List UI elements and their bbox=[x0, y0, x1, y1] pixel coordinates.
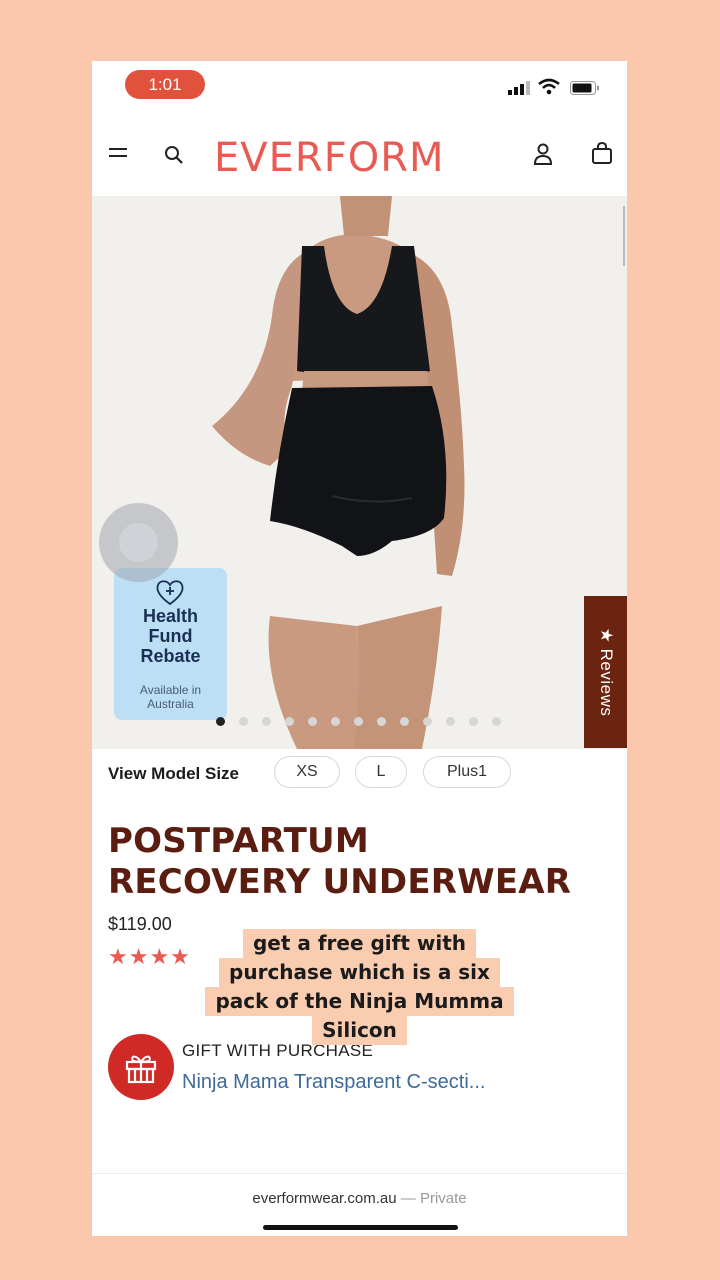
private-mode-label: Private bbox=[419, 1190, 467, 1207]
reviews-tab[interactable]: ★ Reviews bbox=[584, 596, 627, 748]
badge-title: Health Fund Rebate bbox=[114, 606, 227, 666]
health-fund-rebate-badge: Health Fund Rebate Available in Australi… bbox=[114, 568, 227, 720]
carousel-dot[interactable] bbox=[216, 717, 225, 726]
carousel-dot[interactable] bbox=[377, 717, 386, 726]
caption-line: pack of the Ninja Mumma bbox=[92, 987, 627, 1016]
url-text: everformwear.com.au — Private bbox=[92, 1190, 627, 1207]
badge-title-line: Health bbox=[142, 606, 198, 626]
badge-title-line: Fund bbox=[148, 626, 193, 646]
carousel-dot[interactable] bbox=[331, 717, 340, 726]
account-icon[interactable] bbox=[533, 143, 553, 165]
badge-title-line: Rebate bbox=[140, 646, 201, 666]
gift-product-link[interactable]: Ninja Mama Transparent C-secti... bbox=[182, 1071, 485, 1094]
status-bar: 1:01 bbox=[92, 61, 627, 111]
carousel-dot[interactable] bbox=[423, 717, 432, 726]
carousel-dot[interactable] bbox=[446, 717, 455, 726]
search-icon[interactable] bbox=[164, 145, 184, 165]
product-title-line: POSTPARTUM bbox=[108, 821, 369, 861]
badge-subtitle-line: Available in bbox=[139, 683, 202, 697]
menu-icon[interactable] bbox=[109, 145, 127, 161]
cellular-signal-icon bbox=[508, 81, 530, 95]
url-separator: — bbox=[396, 1190, 420, 1207]
caption-text: Silicon bbox=[312, 1016, 407, 1045]
carousel-dot[interactable] bbox=[262, 717, 271, 726]
carousel-dot[interactable] bbox=[285, 717, 294, 726]
product-title: POSTPARTUM RECOVERY UNDERWEAR bbox=[108, 821, 623, 903]
caption-line: get a free gift with bbox=[92, 929, 627, 958]
cart-bag-icon[interactable] bbox=[591, 142, 613, 165]
caption-text: purchase which is a six bbox=[219, 958, 500, 987]
carousel-dot[interactable] bbox=[400, 717, 409, 726]
reviews-tab-label: ★ Reviews bbox=[596, 627, 616, 717]
gift-icon bbox=[125, 1055, 157, 1084]
caption-line: purchase which is a six bbox=[92, 958, 627, 987]
caption-text: get a free gift with bbox=[242, 929, 477, 958]
size-chip-xs[interactable]: XS bbox=[274, 756, 340, 788]
badge-subtitle: Available in Australia bbox=[114, 683, 227, 711]
status-time: 1:01 bbox=[125, 70, 205, 99]
carousel-dot[interactable] bbox=[354, 717, 363, 726]
home-indicator[interactable] bbox=[263, 1225, 458, 1230]
scroll-indicator bbox=[623, 206, 625, 266]
carousel-dot[interactable] bbox=[492, 717, 501, 726]
size-chip-plus1[interactable]: Plus1 bbox=[423, 756, 511, 788]
site-header: EVERFORM bbox=[92, 121, 627, 196]
caption-text: pack of the Ninja Mumma bbox=[205, 987, 514, 1016]
model-size-label: View Model Size bbox=[108, 764, 240, 783]
carousel-dot[interactable] bbox=[308, 717, 317, 726]
caption-line: Silicon bbox=[92, 1016, 627, 1045]
product-title-line: RECOVERY UNDERWEAR bbox=[108, 862, 572, 902]
size-chip-l[interactable]: L bbox=[355, 756, 407, 788]
product-image-carousel[interactable]: Health Fund Rebate Available in Australi… bbox=[92, 196, 627, 749]
carousel-dot[interactable] bbox=[469, 717, 478, 726]
battery-icon bbox=[570, 81, 599, 95]
url-domain: everformwear.com.au bbox=[252, 1190, 397, 1207]
brand-logo[interactable]: EVERFORM bbox=[214, 135, 445, 181]
touch-indicator bbox=[99, 503, 178, 582]
model-size-row: View Model Size XS L Plus1 bbox=[108, 756, 608, 792]
carousel-dot[interactable] bbox=[239, 717, 248, 726]
badge-subtitle-line: Australia bbox=[147, 697, 194, 711]
phone-screen: 1:01 EVERFORM Health Fund Rebate Availab… bbox=[92, 61, 627, 1236]
heart-plus-icon bbox=[156, 580, 184, 606]
wifi-icon bbox=[538, 78, 560, 95]
